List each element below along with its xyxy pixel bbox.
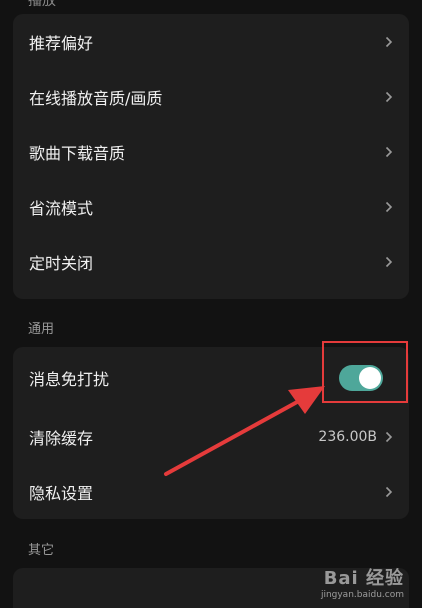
setting-label: 清除缓存 bbox=[29, 428, 94, 448]
chevron-right-icon bbox=[385, 36, 393, 47]
playback-settings-card: 推荐偏好 在线播放音质/画质 歌曲下载音质 省流模式 定时关闭 bbox=[13, 14, 409, 299]
setting-row-download-quality[interactable]: 歌曲下载音质 bbox=[13, 124, 409, 179]
setting-row-sleep-timer[interactable]: 定时关闭 bbox=[13, 234, 409, 289]
setting-label: 推荐偏好 bbox=[29, 33, 94, 53]
chevron-right-icon bbox=[385, 256, 393, 267]
setting-row-recommend-preference[interactable]: 推荐偏好 bbox=[13, 14, 409, 69]
setting-label: 定时关闭 bbox=[29, 253, 94, 273]
setting-label: 隐私设置 bbox=[29, 483, 94, 503]
setting-label: 消息免打扰 bbox=[29, 370, 110, 389]
chevron-right-icon bbox=[385, 146, 393, 157]
chevron-right-icon bbox=[385, 91, 393, 102]
watermark-logo: Bai 经验 bbox=[323, 568, 404, 589]
setting-row-online-quality[interactable]: 在线播放音质/画质 bbox=[13, 69, 409, 124]
section-title-other: 其它 bbox=[28, 543, 55, 558]
chevron-right-icon bbox=[385, 431, 393, 442]
highlight-box bbox=[322, 341, 408, 403]
section-title-playback: 播放 bbox=[28, 0, 56, 9]
setting-label: 歌曲下载音质 bbox=[29, 143, 126, 163]
section-title-general: 通用 bbox=[28, 322, 55, 337]
setting-row-data-saver[interactable]: 省流模式 bbox=[13, 179, 409, 234]
setting-label: 在线播放音质/画质 bbox=[29, 88, 163, 108]
watermark: Bai 经验 jingyan.baidu.com bbox=[321, 564, 404, 600]
chevron-right-icon bbox=[385, 201, 393, 212]
setting-label: 省流模式 bbox=[29, 198, 94, 218]
annotation-arrow-icon bbox=[164, 386, 325, 476]
watermark-url: jingyan.baidu.com bbox=[320, 590, 404, 600]
chevron-right-icon bbox=[385, 486, 393, 497]
